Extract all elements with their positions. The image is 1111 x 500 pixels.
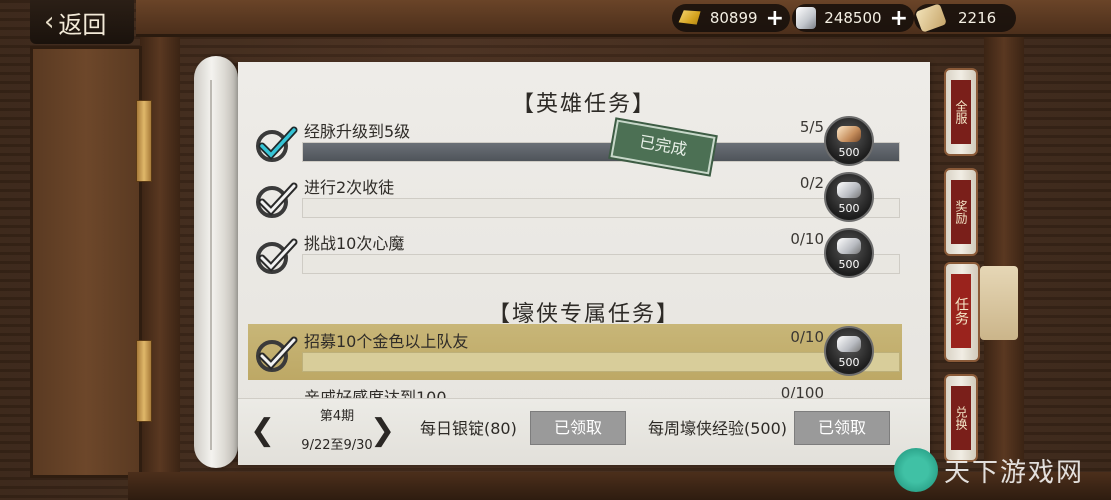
scroll-roll-seam — [210, 80, 212, 450]
task-count: 5/5 — [799, 118, 824, 136]
task-name: 亲戚好感度达到100 — [304, 388, 447, 398]
next-period-button[interactable]: ❯ — [370, 413, 395, 448]
task-name: 招募10个金色以上队友 — [304, 332, 469, 351]
task-count: 0/10 — [790, 230, 824, 248]
reward-icon[interactable]: 500 — [824, 228, 874, 278]
task-name: 经脉升级到5级 — [304, 122, 411, 141]
scroll-counter: 2216 — [914, 3, 1016, 33]
tab-server[interactable]: 全服 — [944, 68, 978, 156]
task-name: 挑战10次心魔 — [304, 234, 405, 253]
reward-gem-icon — [837, 126, 861, 142]
watermark-text: 天下游戏网 — [944, 458, 1085, 488]
weekly-reward-label: 每周壕侠经验(500) — [648, 419, 788, 438]
cabinet-door — [30, 46, 142, 478]
progress-fill — [303, 143, 899, 161]
tab-label: 奖励 — [951, 180, 971, 244]
task-count: 0/2 — [799, 174, 824, 192]
silver-ingot-icon — [796, 7, 817, 29]
reward-amount: 500 — [838, 146, 860, 159]
reward-amount: 500 — [838, 202, 860, 215]
add-silver-button[interactable]: + — [890, 6, 908, 31]
check-icon — [256, 238, 298, 274]
tab-label: 兑换 — [951, 386, 971, 450]
progress-bar — [302, 254, 900, 274]
reward-icon[interactable]: 500 — [824, 172, 874, 222]
back-label: 返回 — [58, 10, 107, 39]
silver-counter: 248500 + — [792, 4, 914, 32]
tab-tasks[interactable]: 任务 — [944, 262, 980, 362]
reward-gem-icon — [837, 182, 861, 198]
reward-gem-icon — [837, 336, 861, 352]
weekly-claim-button[interactable]: 已领取 — [794, 411, 890, 445]
active-tab-tag — [980, 266, 1018, 340]
progress-bar — [302, 198, 900, 218]
watermark: 天下游戏网 — [884, 444, 1110, 500]
task-row: 亲戚好感度达到100 0/100 — [248, 380, 902, 398]
task-name: 进行2次收徒 — [304, 178, 395, 197]
scroll-amount: 2216 — [958, 9, 997, 27]
add-gold-button[interactable]: + — [766, 6, 784, 31]
gold-ingot-icon — [678, 10, 701, 25]
reward-amount: 500 — [838, 258, 860, 271]
tab-label: 全服 — [951, 80, 971, 144]
tab-rewards[interactable]: 奖励 — [944, 168, 978, 256]
progress-bar — [302, 352, 900, 372]
check-icon — [256, 126, 298, 162]
hinge-bottom — [136, 340, 152, 422]
reward-icon[interactable]: 500 — [824, 116, 874, 166]
task-row: 经脉升级到5级 5/5 500 — [248, 114, 902, 170]
tab-label: 任务 — [951, 274, 971, 348]
task-row: 进行2次收徒 0/2 500 — [248, 170, 902, 226]
scroll-roll — [194, 56, 238, 468]
daily-reward-label: 每日银锭(80) — [420, 419, 517, 438]
check-icon — [256, 336, 298, 372]
reward-amount: 500 — [838, 356, 860, 369]
reward-icon[interactable]: 500 — [824, 326, 874, 376]
prev-period-button[interactable]: ❮ — [250, 413, 275, 448]
period-footer: ❮ 第4期 9/22至9/30 ❯ 每日银锭(80) 已领取 每周壕侠经验(50… — [238, 398, 930, 465]
task-count: 0/10 — [790, 328, 824, 346]
gold-counter: 80899 + — [672, 4, 790, 32]
progress-bar — [302, 142, 900, 162]
silver-amount: 248500 — [824, 9, 882, 27]
daily-claim-button[interactable]: 已领取 — [530, 411, 626, 445]
task-row: 挑战10次心魔 0/10 500 — [248, 226, 902, 282]
watermark-logo-icon — [894, 448, 938, 492]
hinge-top — [136, 100, 152, 182]
gold-amount: 80899 — [709, 9, 758, 27]
chevron-left-icon: ‹ — [44, 7, 55, 37]
scroll-item-icon — [915, 3, 947, 33]
task-count: 0/100 — [780, 384, 824, 398]
task-row: 招募10个金色以上队友 0/10 500 — [248, 324, 902, 380]
check-icon — [256, 182, 298, 218]
top-bar: ‹ 返回 80899 + 248500 + 2216 — [0, 0, 1111, 46]
back-button[interactable]: ‹ 返回 — [30, 0, 134, 44]
reward-gem-icon — [837, 238, 861, 254]
